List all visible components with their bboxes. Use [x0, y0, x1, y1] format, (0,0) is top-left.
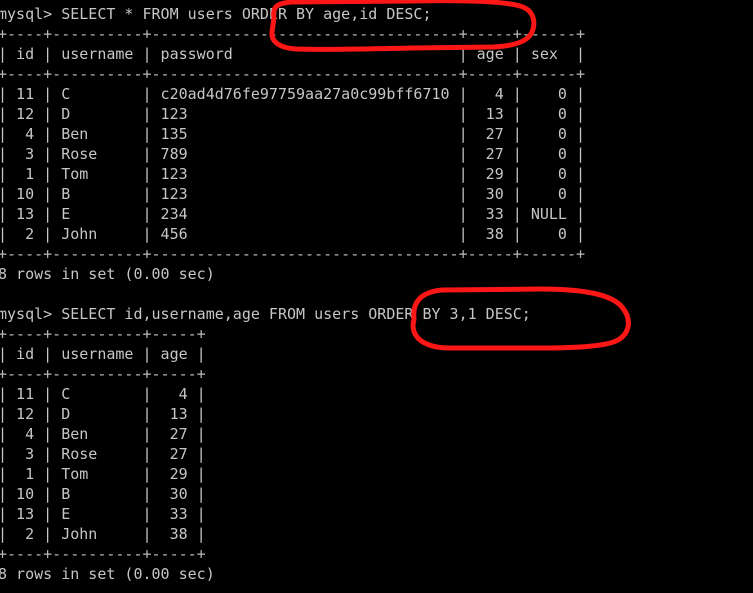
terminal-line-status: 8 rows in set (0.00 sec): [0, 265, 215, 283]
terminal-line-row: | 4 | Ben | 135 | 27 | 0 |: [0, 125, 585, 143]
terminal-line-row: | 2 | John | 456 | 38 | 0 |: [0, 225, 585, 243]
terminal-line-row: | 11 | C | 4 |: [0, 385, 206, 403]
terminal-line-rule: +----+----------+-----+: [0, 365, 206, 383]
terminal-line-row: | 1 | Tom | 123 | 29 | 0 |: [0, 165, 585, 183]
terminal-line-row: | 4 | Ben | 27 |: [0, 425, 206, 443]
terminal-line-rule: +----+----------+-----+: [0, 545, 206, 563]
terminal-line-row: | 12 | D | 123 | 13 | 0 |: [0, 105, 585, 123]
terminal-line-row: | 10 | B | 123 | 30 | 0 |: [0, 185, 585, 203]
terminal-line-row: | 10 | B | 30 |: [0, 485, 206, 503]
terminal-line-row: | 12 | D | 13 |: [0, 405, 206, 423]
terminal-line-row: | 3 | Rose | 789 | 27 | 0 |: [0, 145, 585, 163]
terminal-line-row: | 13 | E | 33 |: [0, 505, 206, 523]
terminal-line-rule: +----+----------+-----------------------…: [0, 65, 585, 83]
terminal-line-row: | 1 | Tom | 29 |: [0, 465, 206, 483]
terminal-line-row: | 2 | John | 38 |: [0, 525, 206, 543]
terminal-line-rule: +----+----------+-----------------------…: [0, 245, 585, 263]
terminal-line-prompt: mysql> SELECT id,username,age FROM users…: [0, 305, 531, 323]
terminal-line-rule: +----+----------+-----------------------…: [0, 25, 585, 43]
terminal-line-status: 8 rows in set (0.00 sec): [0, 565, 215, 583]
terminal-line-row: | 11 | C | c20ad4d76fe97759aa27a0c99bff6…: [0, 85, 585, 103]
terminal-line-row: | 3 | Rose | 27 |: [0, 445, 206, 463]
terminal-line-header: | id | username | age |: [0, 345, 206, 363]
terminal-line-rule: +----+----------+-----+: [0, 325, 206, 343]
terminal-output[interactable]: mysql> SELECT * FROM users ORDER BY age,…: [0, 4, 585, 584]
terminal-line-header: | id | username | password | age | sex |: [0, 45, 585, 63]
terminal-screen: mysql> SELECT * FROM users ORDER BY age,…: [0, 0, 753, 593]
terminal-line-prompt: mysql> SELECT * FROM users ORDER BY age,…: [0, 5, 432, 23]
terminal-line-row: | 13 | E | 234 | 33 | NULL |: [0, 205, 585, 223]
